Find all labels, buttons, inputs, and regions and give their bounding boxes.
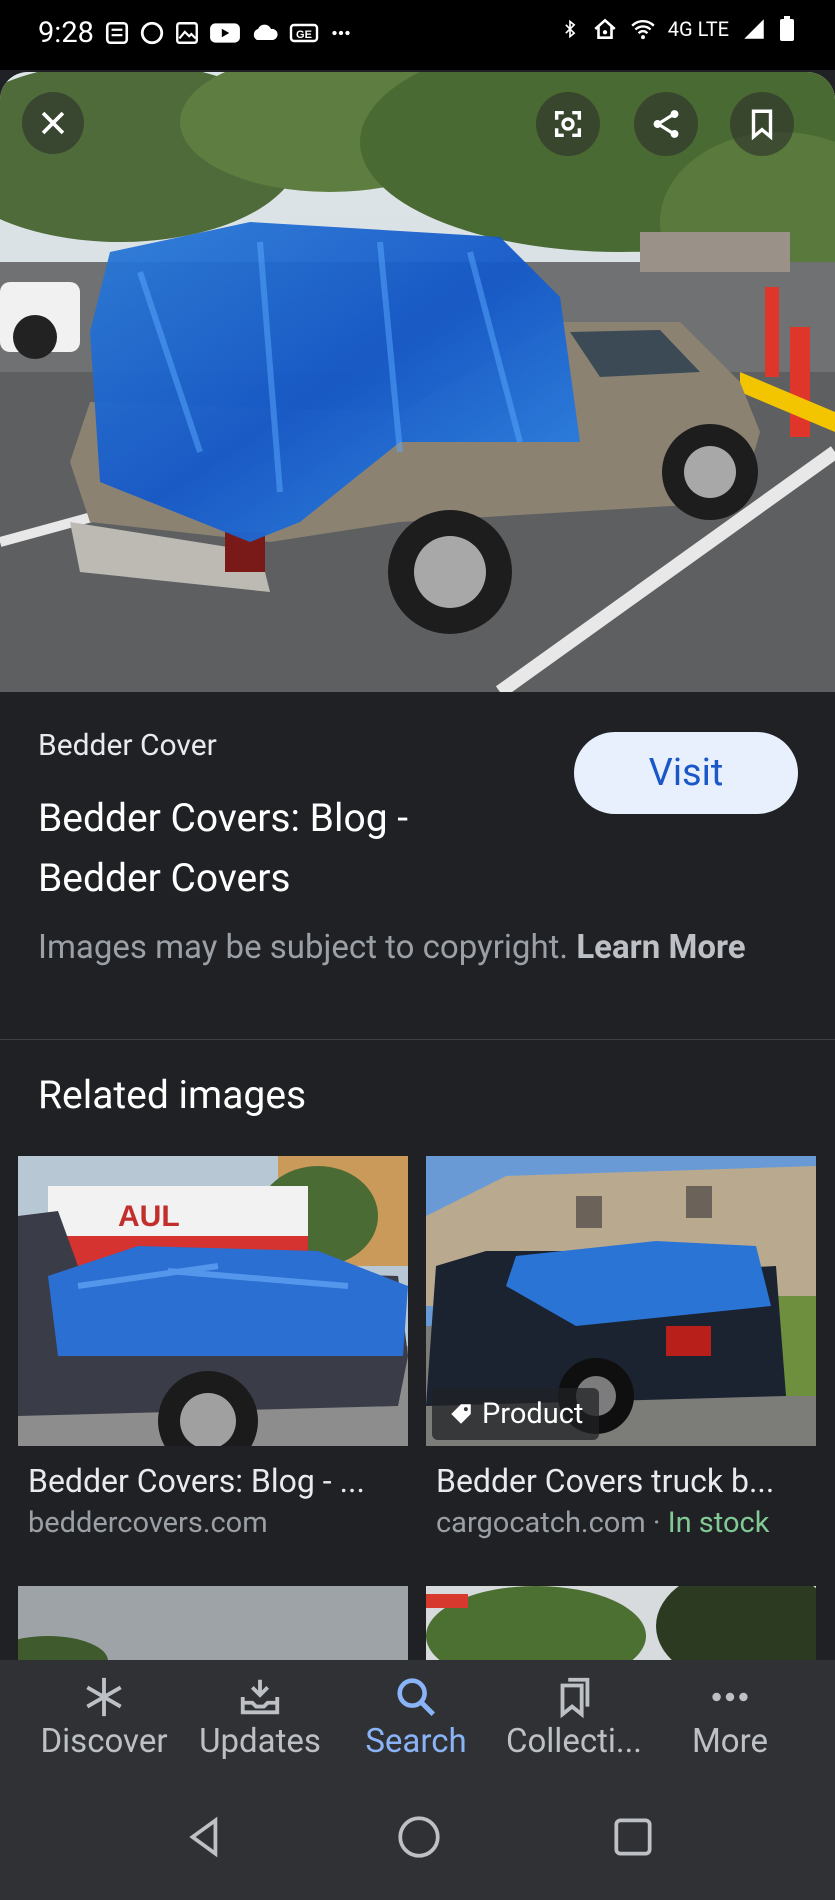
battery-icon: [780, 16, 794, 41]
hotspot-icon: [594, 18, 616, 39]
related-image-4: [426, 1586, 816, 1666]
more-icon: [712, 1692, 748, 1702]
collections-icon: [560, 1677, 590, 1719]
bluetooth-icon: [565, 19, 576, 39]
bookmark-icon: [751, 109, 773, 141]
asterisk-icon: [86, 1677, 122, 1717]
hero-image[interactable]: [0, 72, 835, 692]
related-card-title: Bedder Covers: Blog - ...: [28, 1462, 365, 1500]
related-image-3: [18, 1586, 408, 1666]
source-name[interactable]: Bedder Cover: [38, 728, 217, 763]
network-type: 4G LTE: [667, 17, 729, 41]
circle-icon: [140, 21, 164, 45]
separator-dot: ·: [645, 1506, 668, 1540]
related-card-site: beddercovers.com: [28, 1506, 268, 1540]
notification-icons: GE: [104, 20, 354, 46]
svg-text:AUL: AUL: [118, 1200, 180, 1233]
related-thumbnail-partial[interactable]: [426, 1586, 816, 1666]
gallery-icon: [176, 22, 198, 44]
nav-label: Collecti...: [505, 1722, 643, 1761]
nav-collections[interactable]: Collecti...: [494, 1674, 654, 1761]
system-status-icons: 4G LTE: [560, 16, 795, 42]
news-icon: [105, 21, 129, 45]
nav-discover[interactable]: Discover: [24, 1674, 184, 1761]
search-icon: [397, 1678, 436, 1717]
nav-more[interactable]: More: [650, 1674, 810, 1761]
related-card[interactable]: AUL Bedder Covers: Blog - ... beddercove…: [18, 1156, 408, 1540]
cloud-icon: [253, 24, 278, 40]
result-title[interactable]: Bedder Covers: Blog - Bedder Covers: [38, 788, 508, 908]
nav-updates[interactable]: Updates: [180, 1674, 340, 1761]
svg-text:GE: GE: [296, 29, 312, 41]
close-button[interactable]: [22, 92, 84, 154]
result-info: Bedder Cover Bedder Covers: Blog - Bedde…: [0, 692, 835, 1040]
related-thumbnail[interactable]: AUL: [18, 1156, 408, 1446]
wifi-icon: [631, 20, 655, 40]
status-bar: 9:28 GE 4G LTE: [0, 0, 835, 70]
tag-icon: [451, 1404, 471, 1424]
copyright-text: Images may be subject to copyright.: [38, 928, 569, 967]
related-truck-image-1: AUL: [18, 1156, 408, 1446]
lens-button[interactable]: [536, 92, 600, 156]
share-icon: [653, 110, 679, 138]
nav-label: Search: [365, 1722, 467, 1761]
nav-label: More: [691, 1722, 768, 1761]
visit-button[interactable]: Visit: [574, 732, 798, 814]
inbox-icon: [240, 1679, 280, 1715]
hero-truck-image: [0, 72, 835, 692]
youtube-icon: [210, 23, 240, 43]
related-card-title: Bedder Covers truck b...: [436, 1462, 775, 1500]
lens-icon: [554, 110, 582, 138]
share-button[interactable]: [634, 92, 698, 156]
related-thumbnail[interactable]: Product: [426, 1156, 816, 1446]
bookmark-button[interactable]: [730, 92, 794, 156]
related-card-domain: cargocatch.com: [436, 1506, 646, 1540]
signal-icon: [744, 19, 764, 39]
home-icon[interactable]: [394, 1812, 444, 1862]
related-card[interactable]: Product Bedder Covers truck b... cargoca…: [426, 1156, 816, 1540]
related-card-site: cargocatch.com · In stock: [426, 1506, 816, 1540]
nav-search[interactable]: Search: [336, 1674, 496, 1761]
related-thumbnail-partial[interactable]: [18, 1586, 408, 1666]
copyright-notice: Images may be subject to copyright. Lear…: [38, 924, 778, 972]
close-icon: [41, 111, 65, 135]
nav-label: Updates: [199, 1722, 321, 1761]
related-images-heading: Related images: [38, 1072, 307, 1118]
more-dots-icon: [332, 30, 350, 36]
learn-more-link[interactable]: Learn More: [576, 928, 745, 967]
product-badge-label: Product: [482, 1397, 584, 1431]
back-icon[interactable]: [180, 1812, 230, 1862]
recents-icon[interactable]: [608, 1812, 658, 1862]
nav-label: Discover: [40, 1722, 168, 1761]
status-time: 9:28: [38, 16, 94, 50]
ge-icon: GE: [289, 23, 319, 43]
system-navigation-bar: [0, 1770, 835, 1900]
bottom-navigation: Discover Updates Search Collecti... More: [0, 1660, 835, 1770]
product-badge: Product: [432, 1388, 600, 1440]
in-stock-label: In stock: [667, 1506, 770, 1540]
